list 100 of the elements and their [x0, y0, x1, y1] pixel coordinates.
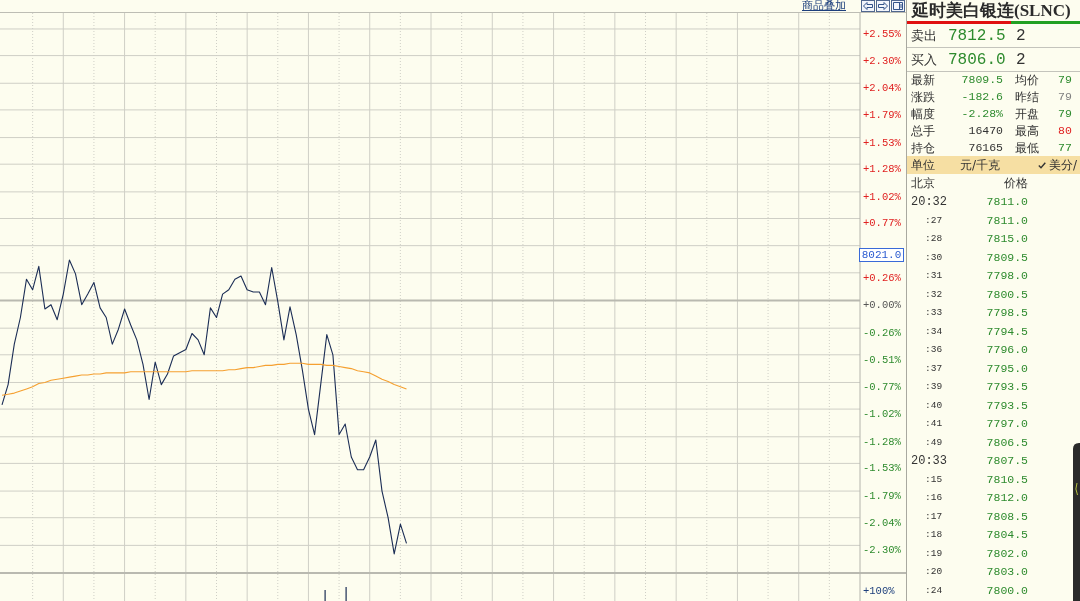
stat-value: 79	[1057, 90, 1073, 105]
trade-time: :41	[924, 418, 944, 431]
order-volume: 2	[1016, 26, 1026, 45]
stat-value: -182.6	[960, 90, 1003, 105]
trade-price: 7795.0	[985, 361, 1028, 376]
trade-price: 7815.0	[985, 232, 1028, 247]
trade-time: :40	[924, 399, 944, 412]
trade-price: 7810.5	[985, 472, 1028, 487]
right-arrow-icon	[878, 2, 888, 10]
trade-time: :20	[924, 566, 944, 579]
check-icon	[1037, 161, 1046, 169]
layout-button[interactable]	[891, 0, 905, 12]
trade-price: 7798.5	[985, 306, 1028, 321]
left-arrow-icon	[863, 2, 873, 10]
trade-price: 7803.0	[985, 565, 1028, 580]
trade-time: :15	[924, 473, 944, 486]
stat-value: 76165	[967, 140, 1003, 155]
trade-time: :32	[924, 288, 944, 301]
trade-time: :39	[924, 381, 944, 394]
stat-label: 总手	[911, 123, 936, 138]
trade-time: :49	[924, 436, 944, 449]
unit-label: 单位	[911, 156, 936, 174]
trade-time: :30	[924, 251, 944, 264]
axis-tick-label: -0.77%	[863, 381, 901, 394]
stat-value: 77	[1057, 140, 1073, 155]
trade-time: :19	[924, 547, 944, 560]
trade-price: 7802.0	[985, 546, 1028, 561]
stat-label: 最新	[911, 73, 936, 88]
stat-value: 79	[1057, 73, 1073, 88]
scroll-left-button[interactable]	[861, 0, 875, 12]
axis-tick-label: +1.79%	[863, 108, 901, 121]
trade-price: 7798.0	[985, 269, 1028, 284]
trade-time: :31	[924, 270, 944, 283]
axis-tick-label: +2.30%	[863, 54, 901, 67]
overlay-link[interactable]: 商品叠加	[802, 0, 846, 12]
trade-price: 7793.5	[985, 398, 1028, 413]
order-price: 7812.5	[948, 26, 1007, 45]
axis-tick-label: -1.28%	[863, 435, 901, 448]
trade-time: :37	[924, 362, 944, 375]
order-price: 7806.0	[948, 50, 1007, 69]
column-header: 北京	[911, 175, 936, 192]
trade-price: 7806.5	[985, 435, 1028, 450]
price-tag: 8021.0	[859, 248, 904, 262]
axis-tick-label: +2.55%	[863, 27, 901, 40]
stat-label: 持仓	[911, 140, 936, 155]
trade-price: 7807.5	[985, 454, 1028, 469]
scroll-right-button[interactable]	[876, 0, 890, 12]
trade-price: 7808.5	[985, 509, 1028, 524]
trade-time: :27	[924, 214, 944, 227]
trade-price: 7793.5	[985, 380, 1028, 395]
axis-tick-label: -0.26%	[863, 327, 901, 340]
stat-value: 79	[1057, 107, 1073, 121]
trade-time: :18	[924, 529, 944, 542]
axis-tick-label: -0.51%	[863, 353, 901, 366]
axis-tick-label: +0.77%	[863, 217, 901, 230]
trade-time: :36	[924, 344, 944, 357]
trade-price: 7804.5	[985, 528, 1028, 543]
instrument-title: 延时美白银连(SLNC)	[910, 0, 1072, 21]
order-label: 卖出	[911, 26, 938, 45]
axis-tick-label: -1.53%	[863, 462, 901, 475]
currency-toggle[interactable]: 美分/	[1037, 156, 1077, 174]
stat-label: 均价	[1014, 73, 1040, 88]
trade-time: :34	[924, 325, 944, 338]
stat-label: 开盘	[1014, 107, 1040, 121]
stat-value: -2.28%	[960, 107, 1003, 121]
volume-bars	[324, 587, 347, 601]
trade-price: 7800.0	[985, 583, 1028, 598]
order-label: 买入	[911, 50, 938, 69]
panel-layout-icon	[893, 2, 903, 10]
trade-time: :28	[924, 233, 944, 246]
trade-price: 7811.0	[985, 195, 1028, 210]
trade-time: :16	[924, 492, 944, 505]
column-header: 价格	[1003, 175, 1028, 192]
stat-value: 7809.5	[960, 73, 1003, 88]
stat-value: 16470	[967, 123, 1003, 138]
axis-tick-label: +0.00%	[863, 299, 901, 312]
stat-value: 80	[1057, 123, 1073, 138]
trade-time: 20:32	[911, 195, 948, 210]
trade-price: 7794.5	[985, 324, 1028, 339]
axis-tick-label: -2.30%	[863, 544, 901, 557]
trade-time: :17	[924, 510, 944, 523]
trade-time: :33	[924, 307, 944, 320]
stat-label: 最低	[1014, 140, 1040, 155]
unit-value: 元/千克	[960, 156, 1001, 174]
axis-tick-label: -2.04%	[863, 516, 901, 529]
trade-price: 7812.0	[985, 491, 1028, 506]
trade-price: 7800.5	[985, 287, 1028, 302]
axis-tick-label: -1.02%	[863, 408, 901, 421]
trade-price: 7811.0	[985, 213, 1028, 228]
axis-tick-label: +1.53%	[863, 136, 901, 149]
axis-tick-label: +0.26%	[863, 271, 901, 284]
trade-price: 7797.0	[985, 417, 1028, 432]
axis-tick-label: +100%	[863, 585, 895, 597]
trade-time: 20:33	[911, 454, 948, 469]
axis-tick-label: +1.28%	[863, 163, 901, 176]
axis-tick-label: -1.79%	[863, 490, 901, 503]
stat-label: 涨跌	[911, 90, 936, 105]
axis-tick-label: +1.02%	[863, 190, 901, 203]
axis-tick-label: +2.04%	[863, 82, 901, 95]
stat-label: 幅度	[911, 107, 936, 121]
